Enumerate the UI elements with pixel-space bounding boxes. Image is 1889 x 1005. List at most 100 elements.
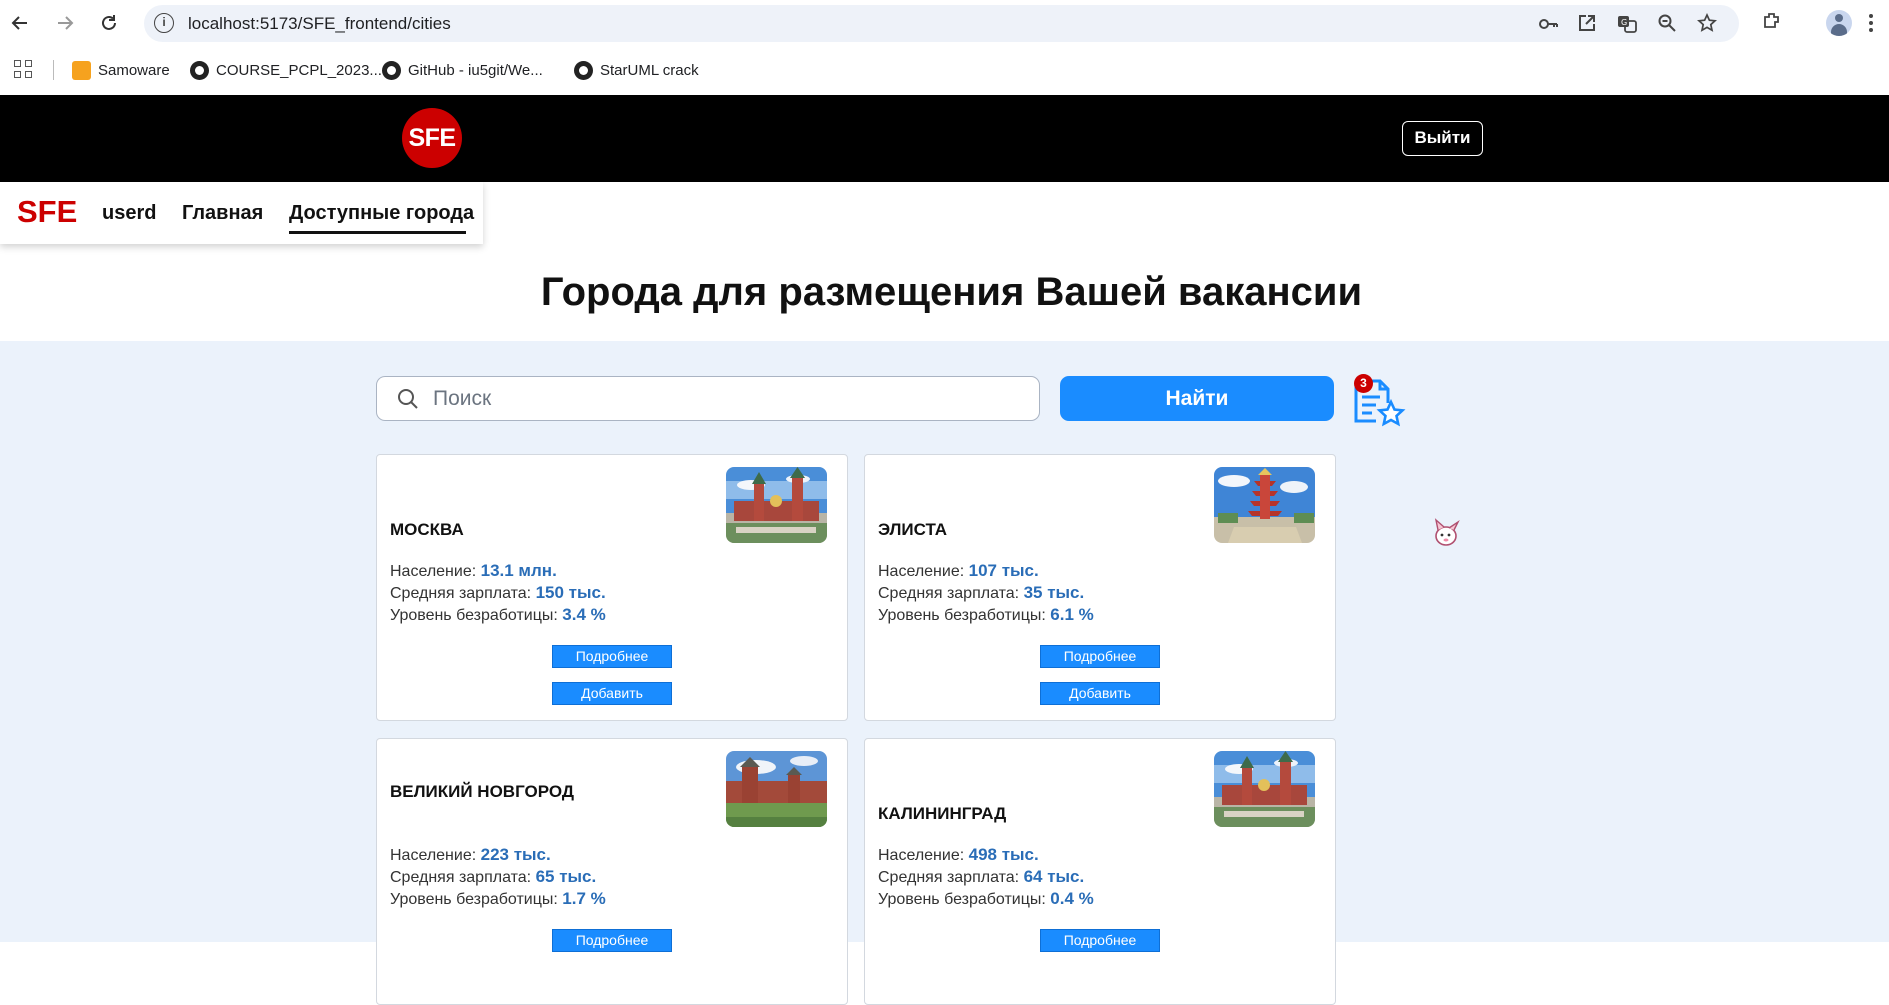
bookmark-github[interactable]: GitHub - iu5git/We... — [382, 58, 543, 82]
profile-avatar[interactable] — [1826, 10, 1852, 36]
population-value: 107 тыс. — [968, 561, 1039, 580]
bookmark-course[interactable]: COURSE_PCPL_2023... — [190, 58, 382, 82]
population-value: 223 тыс. — [480, 845, 551, 864]
salary-label: Средняя зарплата: — [390, 869, 536, 886]
site-info-icon[interactable]: i — [154, 13, 174, 33]
unemployment-value: 3.4 % — [562, 605, 606, 624]
nav-home[interactable]: Главная — [182, 202, 263, 225]
nav-cities[interactable]: Доступные города — [289, 202, 474, 225]
samoware-icon — [72, 60, 91, 80]
unemployment-label: Уровень безработицы: — [390, 891, 563, 908]
salary-value: 65 тыс. — [535, 867, 597, 886]
site-logo[interactable]: SFE — [402, 108, 462, 168]
search-box[interactable] — [376, 376, 1040, 421]
main-navbar: SFE userd Главная Доступные города — [0, 182, 483, 244]
population-stat: Население: 13.1 млн. — [390, 561, 557, 581]
forward-icon[interactable] — [51, 9, 79, 37]
active-tab-underline — [289, 231, 466, 234]
details-button[interactable]: Подробнее — [1040, 645, 1160, 668]
salary-label: Средняя зарплата: — [878, 869, 1024, 886]
population-label: Население: — [390, 563, 481, 580]
nav-user[interactable]: userd — [102, 202, 156, 225]
unemployment-label: Уровень безработицы: — [878, 607, 1051, 624]
unemployment-stat: Уровень безработицы: 0.4 % — [878, 889, 1094, 909]
nav-brand[interactable]: SFE — [17, 194, 77, 230]
city-card: КАЛИНИНГРАД Население: 498 тыс. Средняя … — [864, 738, 1336, 1005]
population-label: Население: — [390, 847, 481, 864]
github-icon — [190, 60, 209, 80]
city-name: ВЕЛИКИЙ НОВГОРОД — [390, 782, 574, 801]
population-stat: Население: 223 тыс. — [390, 845, 551, 865]
population-stat: Население: 107 тыс. — [878, 561, 1039, 581]
bookmark-star-icon[interactable] — [1696, 12, 1718, 35]
bookmarks-separator — [53, 60, 54, 80]
bookmarks-bar: Samoware COURSE_PCPL_2023... GitHub - iu… — [0, 46, 1889, 94]
open-in-app-icon[interactable] — [1576, 13, 1598, 35]
city-photo — [1214, 751, 1315, 827]
details-button[interactable]: Подробнее — [552, 929, 672, 952]
address-bar[interactable]: i localhost:5173/SFE_frontend/cities G — [144, 5, 1739, 42]
salary-stat: Средняя зарплата: 64 тыс. — [878, 867, 1084, 887]
browser-toolbar: i localhost:5173/SFE_frontend/cities G — [0, 0, 1889, 46]
unemployment-stat: Уровень безработицы: 1.7 % — [390, 889, 606, 909]
github-icon — [574, 60, 593, 80]
unemployment-value: 1.7 % — [562, 889, 606, 908]
population-value: 498 тыс. — [968, 845, 1039, 864]
search-icon — [398, 389, 418, 409]
salary-stat: Средняя зарплата: 150 тыс. — [390, 583, 606, 603]
salary-value: 64 тыс. — [1023, 867, 1085, 886]
unemployment-value: 6.1 % — [1050, 605, 1094, 624]
bookmark-label: StarUML crack — [600, 61, 699, 79]
salary-value: 150 тыс. — [535, 583, 606, 602]
city-card: ЭЛИСТА Население: 107 тыс. Средняя зарпл… — [864, 454, 1336, 721]
add-button[interactable]: Добавить — [552, 682, 672, 705]
city-photo — [726, 751, 827, 827]
details-button[interactable]: Подробнее — [552, 645, 672, 668]
back-icon[interactable] — [6, 9, 34, 37]
bookmark-samoware[interactable]: Samoware — [72, 58, 170, 82]
cursor-pet-icon — [1434, 518, 1460, 546]
site-header: SFE Выйти — [0, 95, 1889, 182]
city-card: МОСКВА Население: 13.1 млн. Средняя зарп… — [376, 454, 848, 721]
zoom-icon[interactable] — [1656, 13, 1678, 35]
apps-grid-icon[interactable] — [14, 60, 34, 80]
password-key-icon[interactable] — [1537, 13, 1559, 35]
city-name: ЭЛИСТА — [878, 520, 948, 539]
reload-icon[interactable] — [95, 9, 123, 37]
bookmark-staruml[interactable]: StarUML crack — [574, 58, 699, 82]
city-card: ВЕЛИКИЙ НОВГОРОД Население: 223 тыс. Сре… — [376, 738, 848, 1005]
cities-content: Найти 3 МОСКВА Население: 13.1 млн. Сред… — [0, 341, 1889, 1005]
logout-button[interactable]: Выйти — [1402, 121, 1483, 156]
svg-text:G: G — [1621, 18, 1627, 27]
unemployment-stat: Уровень безработицы: 3.4 % — [390, 605, 606, 625]
browser-menu-icon[interactable] — [1866, 12, 1876, 34]
bookmark-label: GitHub - iu5git/We... — [408, 61, 543, 79]
city-name: МОСКВА — [390, 520, 464, 539]
add-button[interactable]: Добавить — [1040, 682, 1160, 705]
unemployment-label: Уровень безработицы: — [878, 891, 1051, 908]
city-name: КАЛИНИНГРАД — [878, 804, 1007, 823]
translate-icon[interactable]: G — [1616, 13, 1638, 35]
unemployment-value: 0.4 % — [1050, 889, 1094, 908]
population-label: Население: — [878, 563, 969, 580]
page-title: Города для размещения Вашей вакансии — [540, 270, 1363, 314]
favorites-count-badge: 3 — [1354, 374, 1373, 393]
github-icon — [382, 60, 401, 80]
salary-label: Средняя зарплата: — [878, 585, 1024, 602]
salary-value: 35 тыс. — [1023, 583, 1085, 602]
details-button[interactable]: Подробнее — [1040, 929, 1160, 952]
population-label: Население: — [878, 847, 969, 864]
url-text[interactable]: localhost:5173/SFE_frontend/cities — [188, 14, 451, 34]
find-button[interactable]: Найти — [1060, 376, 1334, 421]
city-photo — [1214, 467, 1315, 543]
extensions-icon[interactable] — [1760, 10, 1784, 34]
city-photo — [726, 467, 827, 543]
bookmark-label: COURSE_PCPL_2023... — [216, 61, 382, 79]
salary-stat: Средняя зарплата: 65 тыс. — [390, 867, 596, 887]
unemployment-label: Уровень безработицы: — [390, 607, 563, 624]
salary-stat: Средняя зарплата: 35 тыс. — [878, 583, 1084, 603]
search-input[interactable] — [433, 385, 1023, 413]
bookmark-label: Samoware — [98, 61, 170, 79]
unemployment-stat: Уровень безработицы: 6.1 % — [878, 605, 1094, 625]
population-stat: Население: 498 тыс. — [878, 845, 1039, 865]
